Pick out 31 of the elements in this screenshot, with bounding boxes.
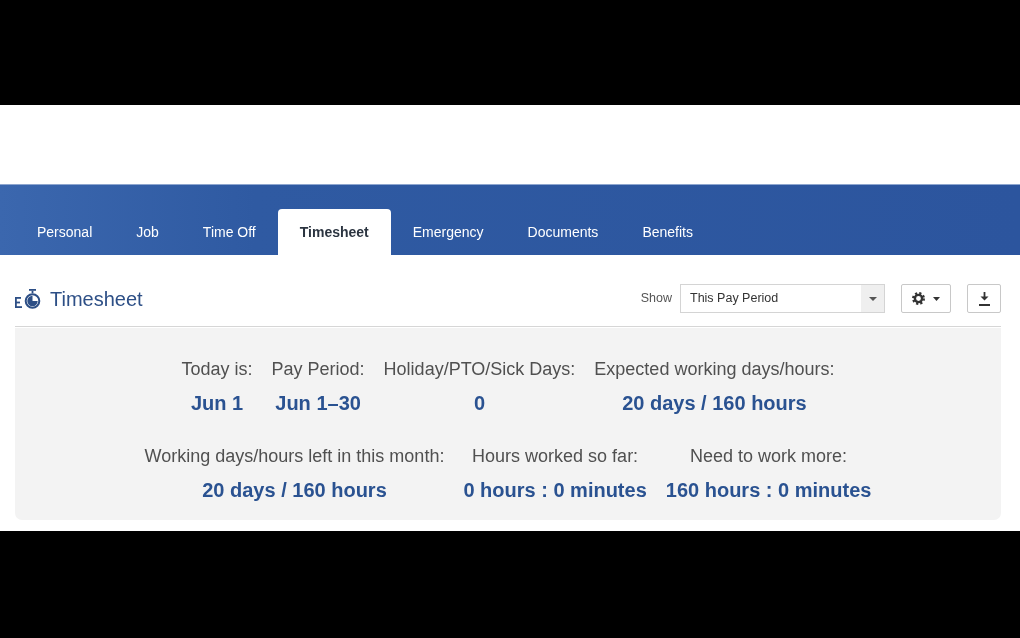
gear-icon (912, 292, 925, 305)
stat-label: Pay Period: (271, 359, 365, 380)
stat-value: 0 hours : 0 minutes (463, 478, 647, 503)
nav-tab[interactable]: Benefits (620, 209, 715, 255)
download-icon (978, 291, 990, 306)
stat-value: 0 (473, 391, 486, 416)
nav-tab[interactable]: Personal (15, 209, 115, 255)
nav-tab[interactable]: Documents (505, 209, 621, 255)
nav-tab[interactable]: Timesheet (277, 209, 391, 255)
stat-value: 20 days / 160 hours (622, 391, 807, 416)
settings-button[interactable] (901, 284, 951, 313)
stat-label: Expected working days/hours: (594, 359, 835, 380)
stat-label: Holiday/PTO/Sick Days: (383, 359, 576, 380)
stat-value: 20 days / 160 hours (202, 478, 387, 503)
stat-label: Today is: (181, 359, 253, 380)
download-button[interactable] (967, 284, 1001, 313)
caret-icon (933, 296, 940, 301)
nav-tab[interactable]: Time Off (180, 209, 278, 255)
stopwatch-icon (15, 288, 42, 309)
stat-value: Jun 1–30 (275, 391, 361, 416)
nav-tab[interactable]: Emergency (390, 209, 506, 255)
stat-label: Need to work more: (690, 446, 848, 467)
stat-label: Hours worked so far: (472, 446, 639, 467)
stat-label: Working days/hours left in this month: (144, 446, 445, 467)
caret-icon (868, 296, 877, 301)
filter-label: Show (640, 290, 672, 308)
period-dropdown[interactable]: This Pay Period (680, 284, 885, 313)
stat-value: Jun 1 (190, 391, 244, 416)
nav-tab[interactable]: Job (114, 209, 181, 255)
stat-value: 160 hours : 0 minutes (665, 478, 872, 503)
section-title: Timesheet (50, 288, 143, 309)
